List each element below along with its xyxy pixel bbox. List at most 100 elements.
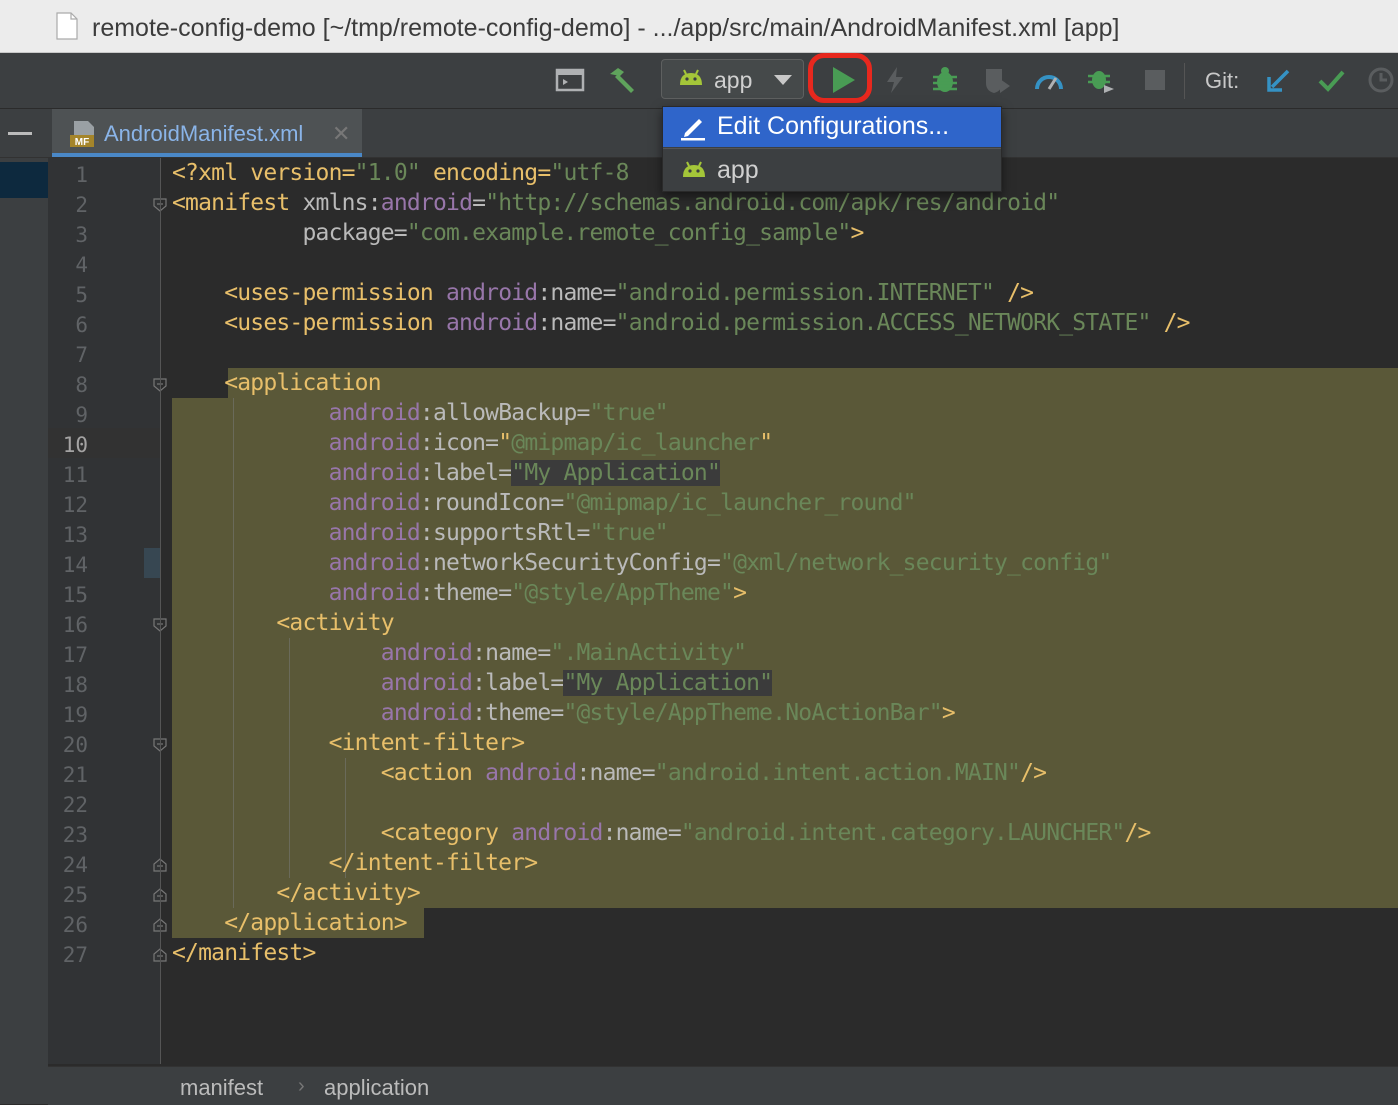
attach-debugger-icon[interactable] — [1086, 65, 1116, 95]
code-token: :networkSecurityConfig= — [419, 550, 721, 576]
line-number: 8 — [75, 373, 88, 397]
code-line[interactable]: android:theme="@style/AppTheme.NoActionB… — [172, 700, 956, 726]
code-token: "android.permission.INTERNET" — [615, 280, 995, 306]
code-line[interactable]: <application — [172, 370, 381, 396]
line-number: 3 — [75, 223, 88, 247]
mf-file-icon: MF — [70, 121, 94, 148]
code-line[interactable]: android:label="My Application" — [172, 670, 773, 696]
code-token: "@style/AppTheme.NoActionBar" — [563, 700, 942, 726]
code-line[interactable]: android:label="My Application" — [172, 460, 721, 486]
code-line[interactable]: android:name=".MainActivity" — [172, 640, 747, 666]
breadcrumb-item-application[interactable]: application — [324, 1075, 429, 1101]
code-token: :name= — [602, 820, 682, 846]
build-hammer-icon[interactable] — [606, 65, 636, 95]
code-token: android — [328, 460, 421, 486]
tab-android-manifest[interactable]: MF AndroidManifest.xml ✕ — [52, 109, 362, 157]
code-line[interactable]: android:theme="@style/AppTheme"> — [172, 580, 747, 606]
line-number: 6 — [75, 313, 88, 337]
code-line[interactable]: <uses-permission android:name="android.p… — [172, 310, 1190, 336]
android-icon — [683, 161, 705, 177]
code-token: :label= — [419, 460, 512, 486]
code-token: <activity — [172, 610, 394, 636]
code-line[interactable]: <category android:name="android.intent.c… — [172, 820, 1152, 846]
code-token: "com.example.remote_config_sample" — [406, 220, 851, 246]
line-number: 25 — [62, 883, 88, 907]
code-token: /> — [1124, 820, 1151, 846]
breadcrumb-item-manifest[interactable]: manifest — [180, 1075, 263, 1101]
code-line[interactable]: android:allowBackup="true" — [172, 400, 669, 426]
code-token: android — [328, 400, 421, 426]
toolbar-separator — [1184, 63, 1185, 99]
line-number: 2 — [75, 193, 88, 217]
git-update-icon[interactable] — [1264, 65, 1294, 95]
profile-icon[interactable] — [1034, 65, 1064, 95]
chevron-down-icon — [774, 75, 792, 85]
code-token: :name= — [576, 760, 655, 786]
menu-item-label: Edit Configurations... — [717, 112, 950, 140]
code-line[interactable]: android:networkSecurityConfig="@xml/netw… — [172, 550, 1113, 576]
pencil-icon — [681, 119, 705, 141]
code-line[interactable]: <action android:name="android.intent.act… — [172, 760, 1047, 786]
code-line[interactable]: android:roundIcon="@mipmap/ic_launcher_r… — [172, 490, 917, 516]
stop-icon[interactable] — [1140, 65, 1170, 95]
code-token: "android.permission.ACCESS_NETWORK_STATE… — [615, 310, 1152, 336]
line-number: 11 — [62, 463, 88, 487]
code-line[interactable]: </intent-filter> — [172, 850, 539, 876]
main-toolbar: app Git: — [0, 53, 1398, 109]
code-token: "My Application" — [511, 460, 721, 486]
line-number: 27 — [62, 943, 88, 967]
code-line[interactable]: <intent-filter> — [172, 730, 526, 756]
code-token: <intent-filter> — [172, 730, 526, 756]
code-token: android — [328, 430, 421, 456]
svg-text:MF: MF — [75, 137, 89, 148]
collapse-panel-button[interactable] — [0, 109, 48, 157]
code-line[interactable]: android:supportsRtl="true" — [172, 520, 669, 546]
history-icon[interactable] — [1366, 65, 1396, 95]
code-token: "My Application" — [563, 670, 773, 696]
code-line[interactable]: <manifest xmlns:android="http://schemas.… — [172, 190, 1060, 216]
code-token: </application> — [172, 910, 407, 936]
code-token: android — [446, 280, 538, 306]
code-token: :allowBackup= — [419, 400, 590, 426]
debug-icon[interactable] — [930, 65, 960, 95]
code-line[interactable]: package="com.example.remote_config_sampl… — [172, 220, 864, 246]
line-number: 22 — [62, 793, 88, 817]
line-number: 13 — [62, 523, 88, 547]
code-token: "android.intent.category.LAUNCHER" — [680, 820, 1125, 846]
menu-item-edit-configurations[interactable]: Edit Configurations... — [663, 107, 1001, 147]
code-line[interactable]: <?xml version="1.0" encoding="utf-8 — [172, 160, 630, 186]
code-line[interactable]: </activity> — [172, 880, 420, 906]
git-commit-icon[interactable] — [1316, 65, 1346, 95]
code-token: /> — [994, 280, 1034, 306]
layout-icon[interactable] — [555, 65, 585, 95]
menu-item-app[interactable]: app — [663, 151, 1001, 191]
close-icon[interactable]: ✕ — [332, 121, 350, 147]
code-line[interactable]: android:icon="@mipmap/ic_launcher" — [172, 430, 773, 456]
change-marker — [144, 548, 160, 578]
code-token: " — [759, 430, 773, 456]
code-line[interactable]: </application> — [172, 910, 407, 936]
code-token: @mipmap/ic_launcher — [511, 430, 760, 456]
coverage-icon[interactable] — [982, 65, 1012, 95]
code-line[interactable]: <activity — [172, 610, 394, 636]
code-token: <application — [172, 370, 381, 396]
code-line[interactable]: <uses-permission android:name="android.p… — [172, 280, 1034, 306]
tab-label: AndroidManifest.xml — [104, 121, 304, 146]
run-configuration-select[interactable]: app — [661, 59, 804, 99]
code-line[interactable]: </manifest> — [172, 940, 316, 966]
apply-changes-icon[interactable] — [880, 65, 910, 95]
run-play-icon[interactable] — [826, 63, 860, 97]
code-token: android — [380, 670, 473, 696]
menu-separator — [663, 148, 1001, 149]
document-icon — [56, 12, 78, 40]
code-token: "1.0" — [354, 160, 421, 186]
code-token: "@xml/network_security_config" — [720, 550, 1112, 576]
line-number: 5 — [75, 283, 88, 307]
line-number: 18 — [62, 673, 88, 697]
